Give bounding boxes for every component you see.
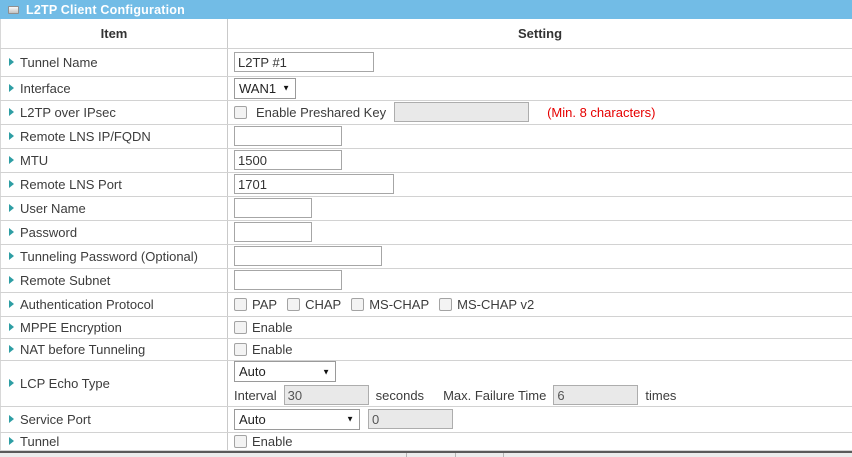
bullet-arrow-icon [9, 252, 14, 260]
tunnel-name-input[interactable] [234, 52, 374, 72]
max-failure-label: Max. Failure Time [443, 388, 546, 403]
max-failure-input [553, 385, 638, 405]
bullet-arrow-icon [9, 204, 14, 212]
user-name-input[interactable] [234, 198, 312, 218]
remote-lns-ip-input[interactable] [234, 126, 342, 146]
setting-column-header: Setting [228, 19, 852, 48]
table-row: MTU [1, 148, 852, 172]
row-label-mppe: MPPE Encryption [20, 320, 122, 335]
bullet-arrow-icon [9, 300, 14, 308]
interval-input [284, 385, 369, 405]
row-label-tunneling-password: Tunneling Password (Optional) [20, 249, 198, 264]
service-port-input [368, 409, 453, 429]
service-port-select[interactable]: Auto [234, 409, 360, 430]
section-box-icon [8, 6, 19, 14]
row-label-password: Password [20, 225, 77, 240]
bullet-arrow-icon [9, 437, 14, 445]
row-label-interface: Interface [20, 81, 71, 96]
ms-chap-label: MS-CHAP [369, 297, 429, 312]
page-title: L2TP Client Configuration [26, 3, 185, 17]
bullet-arrow-icon [9, 415, 14, 423]
row-label-auth-protocol: Authentication Protocol [20, 297, 154, 312]
table-row: Tunnel Name [1, 48, 852, 76]
row-label-nat: NAT before Tunneling [20, 342, 145, 357]
remote-lns-port-input[interactable] [234, 174, 394, 194]
row-label-lcp-echo-type: LCP Echo Type [20, 376, 110, 391]
preshared-key-hint: (Min. 8 characters) [547, 105, 655, 120]
table-row: MPPE Encryption Enable [1, 316, 852, 338]
bullet-arrow-icon [9, 132, 14, 140]
chap-checkbox[interactable] [287, 298, 300, 311]
pap-checkbox[interactable] [234, 298, 247, 311]
chap-label: CHAP [305, 297, 341, 312]
next-table-top-edge [0, 451, 852, 457]
bullet-arrow-icon [9, 228, 14, 236]
bullet-arrow-icon [9, 108, 14, 116]
table-row: Tunnel Enable [1, 432, 852, 450]
row-label-tunnel-name: Tunnel Name [20, 55, 98, 70]
nat-enable-label: Enable [252, 342, 292, 357]
table-row: Remote LNS Port [1, 172, 852, 196]
table-row: Remote LNS IP/FQDN [1, 124, 852, 148]
row-label-remote-lns-ip: Remote LNS IP/FQDN [20, 129, 151, 144]
tunnel-enable-label: Enable [252, 434, 292, 449]
ms-chap-v2-label: MS-CHAP v2 [457, 297, 534, 312]
config-table: Item Setting Tunnel Name Interface WAN1 … [0, 19, 852, 451]
row-label-user-name: User Name [20, 201, 86, 216]
enable-preshared-key-checkbox[interactable] [234, 106, 247, 119]
table-row: Authentication Protocol PAP CHAP MS-CHAP… [1, 292, 852, 316]
row-label-remote-lns-port: Remote LNS Port [20, 177, 122, 192]
section-header: L2TP Client Configuration [0, 0, 852, 19]
nat-enable-checkbox[interactable] [234, 343, 247, 356]
table-row: L2TP over IPsec Enable Preshared Key (Mi… [1, 100, 852, 124]
pap-label: PAP [252, 297, 277, 312]
mppe-enable-checkbox[interactable] [234, 321, 247, 334]
interface-select[interactable]: WAN1 [234, 78, 296, 99]
failure-unit-label: times [645, 388, 676, 403]
tunneling-password-input[interactable] [234, 246, 382, 266]
preshared-key-input [394, 102, 529, 122]
bullet-arrow-icon [9, 180, 14, 188]
ms-chap-v2-checkbox[interactable] [439, 298, 452, 311]
table-row: NAT before Tunneling Enable [1, 338, 852, 360]
lcp-echo-type-select[interactable]: Auto [234, 361, 336, 382]
row-label-service-port: Service Port [20, 412, 91, 427]
bullet-arrow-icon [9, 323, 14, 331]
interval-unit-label: seconds [376, 388, 424, 403]
bullet-arrow-icon [9, 379, 14, 387]
table-row: Service Port Auto [1, 406, 852, 432]
bullet-arrow-icon [9, 58, 14, 66]
table-row: Interface WAN1 [1, 76, 852, 100]
bullet-arrow-icon [9, 84, 14, 92]
interval-label: Interval [234, 388, 277, 403]
bullet-arrow-icon [9, 156, 14, 164]
l2tp-client-configuration-page: L2TP Client Configuration Item Setting T… [0, 0, 852, 457]
table-row: Tunneling Password (Optional) [1, 244, 852, 268]
row-label-tunnel: Tunnel [20, 434, 59, 449]
row-label-remote-subnet: Remote Subnet [20, 273, 110, 288]
enable-preshared-key-label: Enable Preshared Key [256, 105, 386, 120]
remote-subnet-input[interactable] [234, 270, 342, 290]
mppe-enable-label: Enable [252, 320, 292, 335]
row-label-l2tp-over-ipsec: L2TP over IPsec [20, 105, 116, 120]
ms-chap-checkbox[interactable] [351, 298, 364, 311]
password-input[interactable] [234, 222, 312, 242]
table-row: User Name [1, 196, 852, 220]
bullet-arrow-icon [9, 345, 14, 353]
table-row: Remote Subnet [1, 268, 852, 292]
item-column-header: Item [1, 19, 228, 48]
tunnel-enable-checkbox[interactable] [234, 435, 247, 448]
table-row: LCP Echo Type Auto Interval seconds Max.… [1, 360, 852, 406]
row-label-mtu: MTU [20, 153, 48, 168]
bullet-arrow-icon [9, 276, 14, 284]
table-row: Password [1, 220, 852, 244]
mtu-input[interactable] [234, 150, 342, 170]
